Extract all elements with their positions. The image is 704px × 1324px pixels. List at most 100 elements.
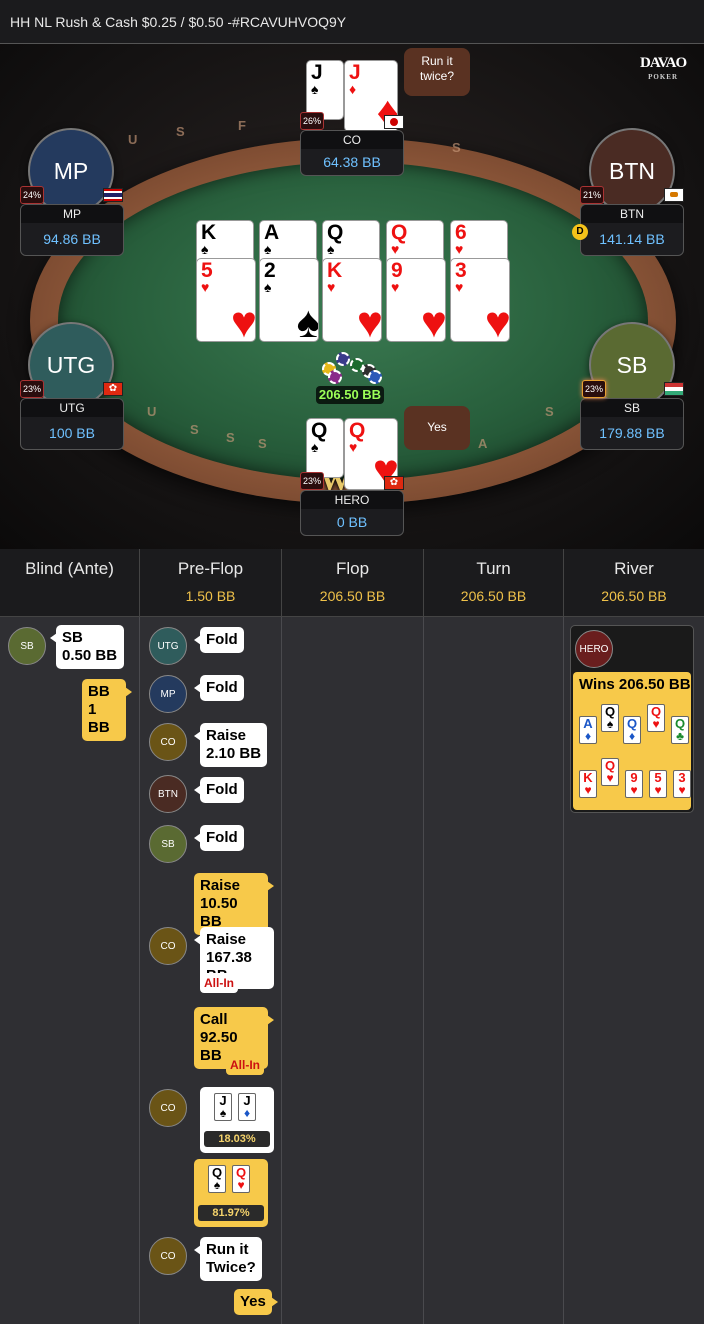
rail-text: A [478,436,488,451]
win-amount: Wins 206.50 BB [579,676,691,693]
flag-thailand-icon [103,188,123,202]
position-avatar: HERO [575,630,613,668]
mini-card: A ♦ [579,716,597,744]
shown-hand: J ♠ J ♦ 18.03% [200,1087,274,1153]
winner-box: Wins 206.50 BB A ♦ Q ♠ Q ♦ Q ♥ Q ♣ K ♥ Q ♥ 9 ♥ 5 ♥ 3 ♥ [573,672,691,810]
street-title: Turn [476,559,511,578]
shown-hand: Q ♠ Q ♥ 81.97% [194,1159,268,1227]
mini-card: 5 ♥ [649,770,667,798]
pot-amount: 206.50 BB [316,386,384,404]
position-avatar: UTG [149,627,187,665]
mini-card: 3 ♥ [673,770,691,798]
column-river: HERO Wins 206.50 BB A ♦ Q ♠ Q ♦ Q ♥ Q ♣ K ♥ Q ♥ 9 ♥ 5 ♥ 3… [564,617,704,1324]
equity-badge: 23% [20,380,44,398]
equity-label: 81.97% [198,1205,264,1221]
flag-cyprus-icon [664,188,684,202]
board-card: 9 ♥ ♥ [386,258,446,342]
player-plate: CO 64.38 BB [300,130,404,176]
player-plate: SB 179.88 BB [580,398,684,450]
action-bubble: Run it Twice? [194,1237,262,1281]
board-card: K ♥ ♥ [322,258,382,342]
mini-card: 9 ♥ [625,770,643,798]
flag-japan-icon [384,115,404,129]
chat-bubble: Run it twice? [404,48,470,96]
rail-text: U [147,404,157,419]
position-avatar: SB [149,825,187,863]
street-title: Pre-Flop [177,559,244,578]
action-bubble: Fold [194,627,244,653]
action-bubble: Fold [194,777,244,803]
street-header: Flop 206.50 BB [282,549,424,617]
street-pot: 206.50 BB [319,588,386,604]
all-in-badge: All-In [200,973,238,993]
player-plate: BTN 141.14 BB [580,204,684,256]
column-blind: SB SB 0.50 BB BB 1 BB [0,617,140,1324]
mini-card: Q ♣ [671,716,689,744]
street-title: River [614,559,654,578]
column-flop [282,617,424,1324]
rail-text: S [258,436,267,451]
poker-table: U S F S S U S S S A DAVAO POKER J ♠ J ♦ ♦ CO… [0,44,704,549]
street-pot: 206.50 BB [460,588,527,604]
flag-hong-kong-icon: ✿ [384,476,404,490]
street-title: Flop [335,559,370,578]
position-avatar: BTN [149,775,187,813]
position-avatar: CO [149,927,187,965]
rail-text: F [238,118,246,133]
position-avatar: SB [8,627,46,665]
chat-bubble: Yes [404,406,470,450]
hand-history-panel: Blind (Ante) Pre-Flop 1.50 BB Flop 206.50 BB… [0,549,704,1324]
action-bubble: BB 1 BB [82,679,132,741]
street-pot: 1.50 BB [185,588,236,604]
all-in-badge: All-In [226,1055,264,1075]
action-bubble: Fold [194,675,244,701]
street-header: River 206.50 BB [564,549,704,617]
street-pot: 206.50 BB [601,588,667,604]
rail-text: S [176,124,185,139]
window-title: HH NL Rush & Cash $0.25 / $0.50 -#RCAVUH… [0,0,704,44]
position-avatar: CO [149,1089,187,1127]
mini-card: Q ♥ [647,704,665,732]
flag-hungary-icon [664,382,684,396]
street-title: Blind (Ante) [25,559,114,578]
equity-badge: 21% [580,186,604,204]
player-plate: UTG 100 BB [20,398,124,450]
equity-badge: 26% [300,112,324,130]
equity-label: 18.03% [204,1131,270,1147]
rail-text: S [190,422,199,437]
rail-text: S [545,404,554,419]
equity-badge: 23% [300,472,324,490]
board-card: 2 ♠ ♠ [259,258,319,342]
dealer-button-icon: D [572,224,588,240]
board-card: 5 ♥ ♥ [196,258,256,342]
rail-text: U [128,132,138,147]
column-turn [424,617,564,1324]
action-bubble: Raise 10.50 BB [194,873,274,935]
flag-hong-kong-icon: ✿ [103,382,123,396]
brand-logo: DAVAO POKER [640,55,687,82]
column-preflop: UTG Fold MP Fold CO Raise 2.10 BB BTN Fol… [140,617,282,1324]
position-avatar: CO [149,1237,187,1275]
equity-badge: 24% [20,186,44,204]
street-header: Turn 206.50 BB [424,549,564,617]
hole-card: Q ♠ [306,418,344,478]
action-bubble: SB 0.50 BB [50,625,124,669]
player-plate: HERO 0 BB [300,490,404,536]
street-header: Pre-Flop 1.50 BB [140,549,282,617]
mini-card: Q ♥ [601,758,619,786]
mini-card: Q ♦ [623,716,641,744]
hole-card: J ♠ [306,60,344,120]
rail-text: S [452,140,461,155]
player-plate: MP 94.86 BB [20,204,124,256]
rail-text: S [226,430,235,445]
street-header: Blind (Ante) [0,549,140,617]
mini-card: Q ♠ [601,704,619,732]
action-bubble: Fold [194,825,244,851]
winner-result: HERO Wins 206.50 BB A ♦ Q ♠ Q ♦ Q ♥ Q ♣ K ♥ Q ♥ 9 ♥ 5 ♥ 3… [570,625,694,813]
action-bubble: Yes [234,1289,278,1315]
equity-badge: 23% [582,380,606,398]
action-bubble: Raise 2.10 BB [193,723,268,767]
mini-card: K ♥ [579,770,597,798]
position-avatar: MP [149,675,187,713]
board-card: 3 ♥ ♥ [450,258,510,342]
